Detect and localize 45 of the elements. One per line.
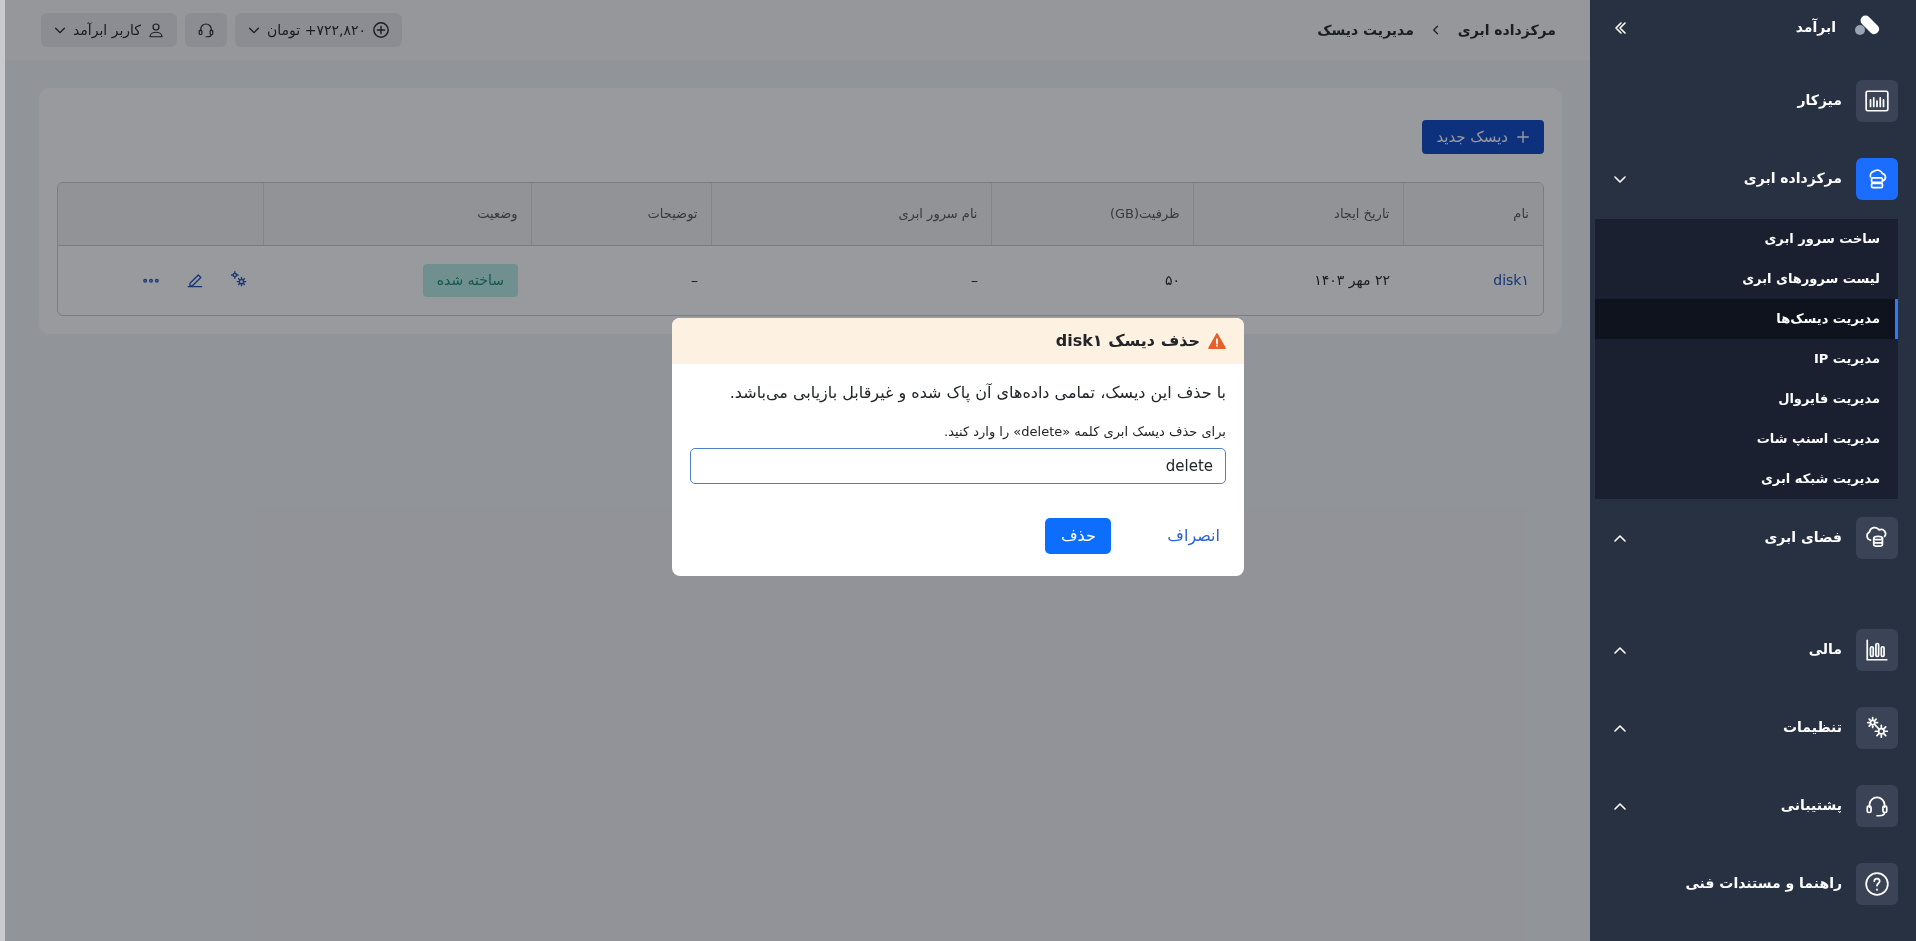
- column-header: توضیحات: [532, 183, 712, 245]
- sidebar-item[interactable]: راهنما و مستندات فنی: [1685, 862, 1898, 905]
- sidebar-item[interactable]: پشتیبانی: [1780, 784, 1898, 827]
- disk-link[interactable]: disk۱: [1493, 271, 1529, 288]
- submenu-item[interactable]: مدیریت شبکه ابری: [1595, 458, 1898, 499]
- column-header: وضعیت: [263, 183, 532, 245]
- submenu-item[interactable]: لیست سرورهای ابری: [1595, 258, 1898, 299]
- sidebar-item[interactable]: میزکار: [1797, 79, 1898, 122]
- submenu-item[interactable]: مدیریت IP: [1595, 338, 1898, 379]
- table-cell: –: [971, 271, 978, 288]
- plus-circle-icon: [371, 21, 390, 39]
- plus-icon: [1516, 130, 1530, 144]
- sidebar-item[interactable]: مالی: [1808, 628, 1898, 671]
- status-badge: ساخته شده: [422, 263, 518, 297]
- submenu-item[interactable]: مدیریت فایروال: [1595, 378, 1898, 419]
- breadcrumb-current: مدیریت دیسک: [1317, 20, 1414, 41]
- column-header: تاریخ ایجاد: [1194, 183, 1404, 245]
- collapse-button[interactable]: [1612, 19, 1628, 36]
- balance-button[interactable]: ۷۲۲,۸۲۰+ تومان: [235, 13, 402, 47]
- sidebar-item[interactable]: تنظیمات: [1782, 706, 1898, 749]
- table-cell: ۵۰: [1164, 271, 1180, 288]
- submenu-item[interactable]: مدیریت اسنپ شات: [1595, 418, 1898, 459]
- column-header: نام سرور ابری: [712, 183, 992, 245]
- delete-button[interactable]: حذف: [1045, 517, 1112, 554]
- user-menu-button[interactable]: کاربر ابرآمد: [41, 13, 177, 47]
- warning-icon: [1208, 332, 1226, 350]
- table-cell: –: [691, 271, 698, 288]
- support-button[interactable]: [185, 13, 227, 47]
- cancel-button[interactable]: انصراف: [1161, 522, 1226, 549]
- confirm-input[interactable]: delete: [690, 447, 1226, 484]
- breadcrumb-link[interactable]: مرکزداده ابری: [1457, 19, 1556, 41]
- dialog-title: حذف دیسک disk۱: [1055, 331, 1200, 351]
- headset-icon: [197, 21, 215, 39]
- confirm-instruction: برای حذف دیسک ابری کلمه «delete» را وارد کنید.: [943, 423, 1226, 442]
- dialog-message: با حذف این دیسک، تمامی داده‌های آن پاک شده و غیرقابل بازیابی می‌باشد.: [728, 382, 1226, 405]
- brand-name: ابرآمد: [1795, 17, 1836, 38]
- submenu-item[interactable]: ساخت سرور ابری: [1595, 218, 1898, 259]
- column-header: نام: [1404, 183, 1543, 245]
- new-disk-button[interactable]: دیسک جدید: [1422, 120, 1544, 154]
- column-header: ظرفیت(GB): [992, 183, 1194, 245]
- submenu-item[interactable]: مدیریت دیسک‌ها: [1595, 298, 1898, 339]
- sidebar-item[interactable]: مرکزداده ابری: [1743, 157, 1898, 200]
- table-cell: ۲۲ مهر ۱۴۰۳: [1314, 271, 1390, 288]
- sidebar-item[interactable]: فضای ابری: [1764, 516, 1898, 559]
- user-icon: [147, 21, 165, 39]
